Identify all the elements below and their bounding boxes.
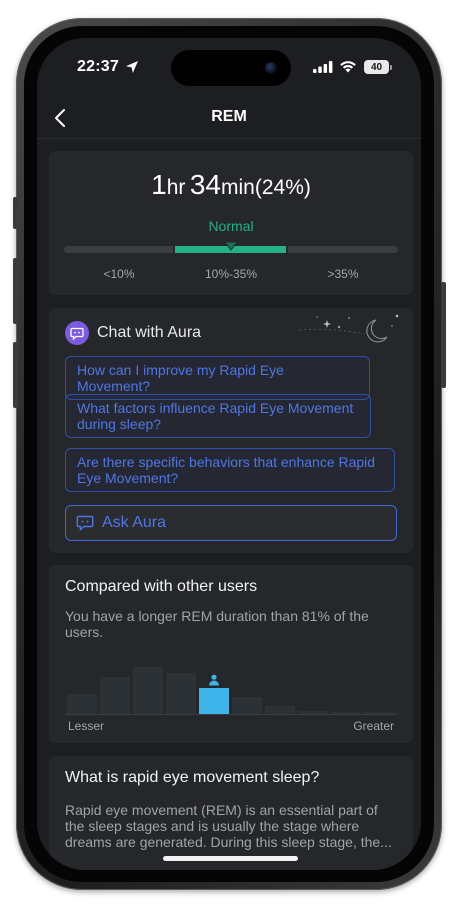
greater-label: Greater: [353, 719, 394, 733]
range-label-normal: 10%-35%: [204, 267, 258, 281]
hours-unit: hr: [166, 176, 186, 199]
comparison-title: Compared with other users: [65, 578, 258, 595]
home-indicator[interactable]: [163, 856, 298, 861]
range-bar-low: [64, 246, 173, 253]
duration-card: 1hr 34min(24%) Normal <10% 10%-35% >35%: [49, 151, 413, 295]
screen: 22:37 40 REM 1hr 34min(24%) Normal <10% …: [37, 38, 421, 870]
suggestion-chip[interactable]: Are there specific behaviors that enhanc…: [65, 448, 395, 492]
about-text: Rapid eye movement (REM) is an essential…: [65, 802, 392, 850]
chat-card: Chat with Aura How can I improve my Rapi…: [49, 308, 413, 553]
volume-down-button: [13, 342, 18, 408]
value-marker-icon: [224, 241, 238, 251]
location-arrow-icon: [126, 61, 138, 73]
duration-percent: (24%): [254, 176, 311, 199]
page-title: REM: [211, 108, 247, 125]
histogram-bar: [100, 677, 130, 714]
wifi-icon: [340, 61, 356, 73]
action-button: [13, 197, 18, 229]
histogram-bar: [265, 706, 295, 714]
navigation-bar: REM: [37, 98, 421, 139]
histogram-bar: [298, 711, 328, 714]
status-time: 22:37: [77, 58, 119, 75]
moon-stars-icon: [298, 314, 399, 343]
range-label-high: >35%: [327, 267, 359, 281]
histogram-bar: [232, 697, 262, 714]
status-label: Normal: [208, 218, 254, 234]
range-label-low: <10%: [103, 267, 135, 281]
camera-icon: [265, 62, 277, 74]
user-position-icon: [208, 674, 219, 686]
battery-indicator: 40: [364, 60, 392, 74]
chat-bubble-icon: [65, 321, 89, 345]
dynamic-island: [171, 50, 291, 86]
about-card: What is rapid eye movement sleep? Rapid …: [49, 756, 413, 870]
histogram-bar-user: [199, 688, 229, 714]
battery-level: 40: [370, 61, 383, 73]
rem-duration: 1hr 34min(24%): [49, 169, 413, 201]
suggestion-chip[interactable]: What factors influence Rapid Eye Movemen…: [65, 394, 371, 438]
about-title: What is rapid eye movement sleep?: [65, 769, 320, 786]
lesser-label: Lesser: [68, 719, 105, 733]
comparison-text: You have a longer REM duration than 81% …: [65, 608, 369, 640]
volume-up-button: [13, 258, 18, 324]
histogram-bar: [67, 694, 97, 714]
cellular-signal-icon: [313, 61, 333, 73]
histogram-bar: [166, 673, 196, 714]
ask-aura-label: Ask Aura: [102, 514, 167, 531]
comparison-card: Compared with other users You have a lon…: [49, 565, 413, 743]
duration-minutes: 34: [189, 169, 221, 200]
power-button: [441, 282, 446, 388]
chat-bubble-icon: [76, 515, 94, 531]
range-bar-high: [288, 246, 398, 253]
minutes-unit: min: [221, 176, 255, 199]
ask-aura-button[interactable]: Ask Aura: [65, 505, 397, 541]
duration-hours: 1: [151, 169, 167, 200]
histogram-bar: [133, 667, 163, 714]
histogram-bar: [364, 712, 394, 714]
histogram-bar: [331, 712, 361, 714]
chat-title: Chat with Aura: [97, 324, 202, 341]
histogram-axis: [65, 714, 397, 715]
